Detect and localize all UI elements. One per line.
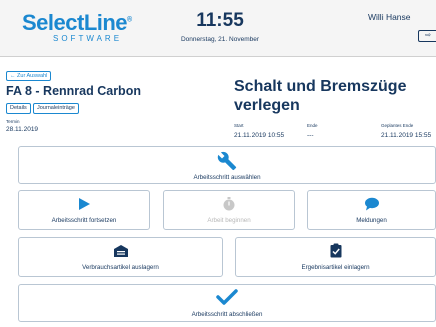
start-label: Start — [234, 123, 244, 128]
planned-end-value: 21.11.2019 15:55 — [381, 132, 432, 139]
clipboard-check-icon — [236, 243, 435, 258]
wrench-icon — [19, 151, 435, 171]
app-header: SelectLine® SOFTWARE 11:55 Donnerstag, 2… — [0, 0, 436, 56]
order-title: FA 8 - Rennrad Carbon — [6, 84, 141, 98]
end-label: Ende — [307, 123, 318, 128]
speech-bubble-icon — [308, 197, 435, 211]
consume-articles-button[interactable]: Verbrauchsartikel auslagern — [18, 237, 223, 277]
termin-value: 28.11.2019 — [6, 126, 39, 133]
start-work-label: Arbeit beginnen — [207, 217, 251, 224]
back-label: Zur Auswahl — [17, 73, 48, 79]
continue-step-label: Arbeitsschritt fortsetzen — [51, 217, 117, 224]
clock-date: Donnerstag, 21. November — [180, 36, 260, 43]
end-value: --- — [307, 132, 314, 139]
warehouse-icon — [19, 244, 222, 258]
stopwatch-icon — [164, 197, 294, 211]
arrow-left-icon: ← — [10, 73, 16, 79]
logout-icon: ⇨ — [425, 32, 431, 39]
logo-registered: ® — [127, 16, 132, 24]
termin-label: Termin — [6, 119, 20, 124]
store-results-button[interactable]: Ergebnisartikel einlagern — [235, 237, 436, 277]
finish-step-button[interactable]: Arbeitsschritt abschließen — [18, 284, 436, 322]
continue-step-button[interactable]: Arbeitsschritt fortsetzen — [18, 190, 150, 230]
logo-text: SelectLine — [22, 10, 128, 35]
planned-end-label: Geplantes Ende — [381, 123, 414, 128]
select-step-label: Arbeitsschritt auswählen — [193, 174, 261, 181]
logout-button[interactable]: ⇨ — [418, 30, 436, 42]
messages-button[interactable]: Meldungen — [307, 190, 436, 230]
select-step-button[interactable]: Arbeitsschritt auswählen — [18, 146, 436, 184]
play-icon — [19, 197, 149, 211]
operation-title: Schalt und Bremszüge verlegen — [234, 78, 407, 114]
store-results-label: Ergebnisartikel einlagern — [301, 264, 370, 271]
details-button[interactable]: Details — [6, 103, 31, 114]
selectline-logo: SelectLine® SOFTWARE — [22, 10, 132, 43]
clock-time: 11:55 — [196, 10, 244, 31]
consume-articles-label: Verbrauchsartikel auslagern — [82, 264, 159, 271]
logo-subtitle: SOFTWARE — [53, 34, 123, 43]
user-name: Willi Hanse — [368, 12, 411, 22]
start-work-button[interactable]: Arbeit beginnen — [163, 190, 295, 230]
journal-entries-button[interactable]: Journaleinträge — [33, 103, 79, 114]
checkmark-icon — [19, 289, 435, 305]
start-value: 21.11.2019 10:55 — [234, 132, 285, 139]
clock: 11:55 Donnerstag, 21. November — [160, 10, 280, 43]
messages-label: Meldungen — [356, 217, 387, 224]
back-to-selection-button[interactable]: ← Zur Auswahl — [6, 71, 52, 81]
finish-step-label: Arbeitsschritt abschließen — [191, 311, 263, 318]
